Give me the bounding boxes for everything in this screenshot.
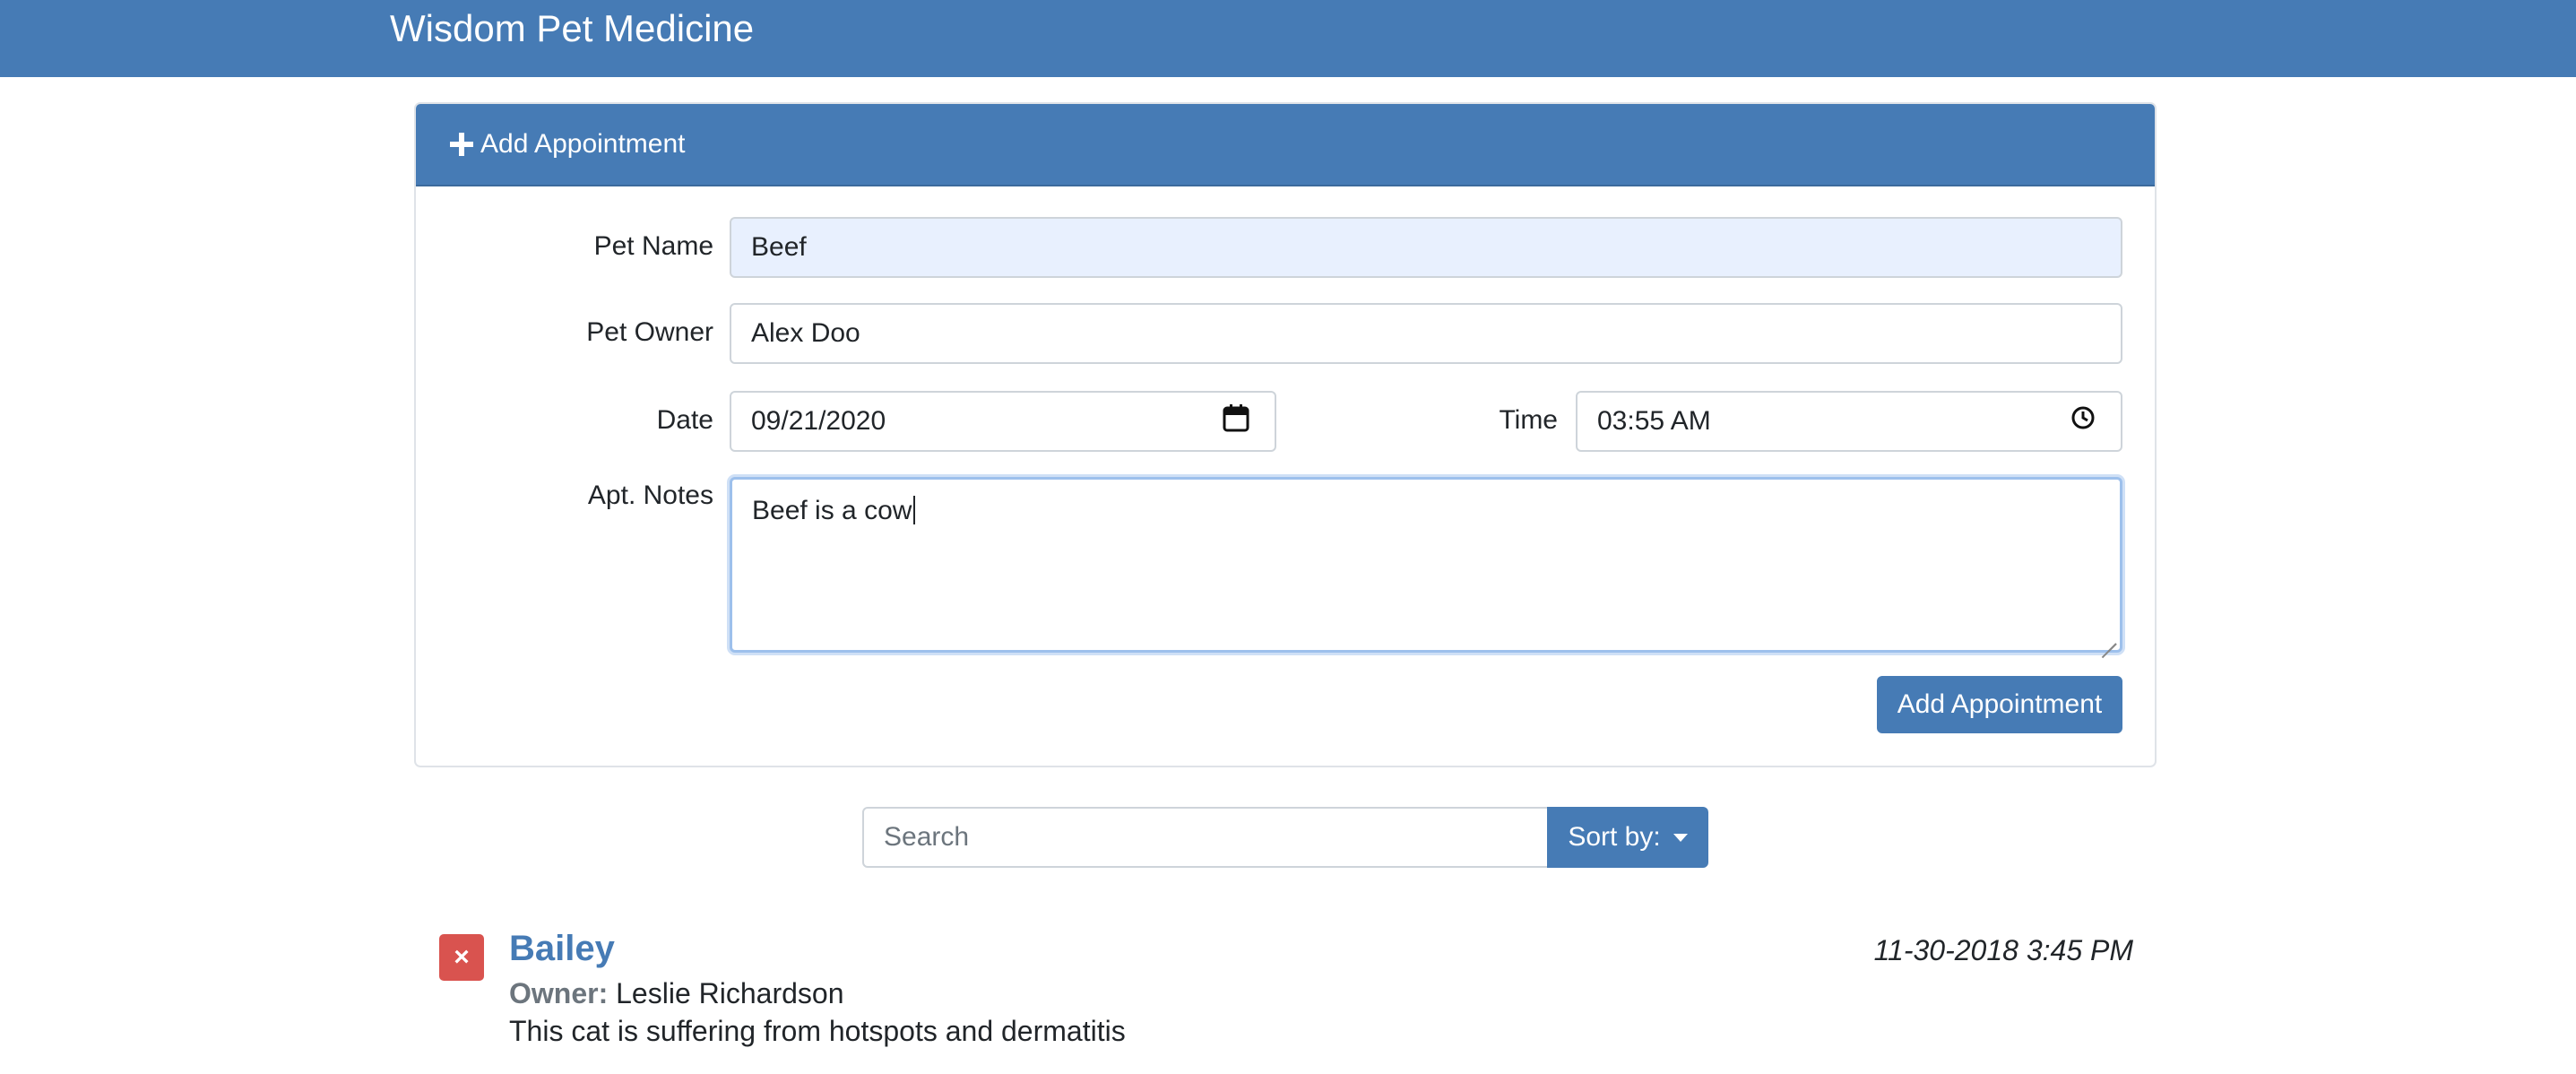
add-appointment-button[interactable]: Add Appointment [1877,676,2122,733]
appointment-pet-name[interactable]: Bailey [509,929,615,969]
notes-value: Beef is a cow [752,496,912,525]
appointment-owner: Owner: Leslie Richardson [509,977,843,1010]
appointment-notes[interactable]: This cat is suffering from hotspots and … [509,1015,1126,1048]
pet-owner-value: Alex Doo [751,318,860,348]
search-input[interactable]: Search [862,807,1549,868]
pet-owner-input[interactable]: Alex Doo [730,303,2122,364]
owner-label: Owner: [509,977,609,1009]
resize-handle-icon[interactable] [2100,630,2116,646]
top-navbar: Wisdom Pet Medicine [0,0,2576,77]
date-label: Date [656,405,713,435]
calendar-icon[interactable] [1223,403,1249,439]
time-label: Time [1499,405,1558,435]
date-value: 09/21/2020 [751,406,886,436]
pet-name-input[interactable]: Beef [730,217,2122,278]
pet-name-value: Beef [751,232,807,262]
pet-owner-label: Pet Owner [586,317,713,347]
appointment-datetime[interactable]: 11-30-2018 3:45 PM [1874,934,2133,967]
delete-appointment-button[interactable]: × [439,934,484,981]
sort-dropdown-button[interactable]: Sort by: [1547,807,1708,868]
date-input[interactable]: 09/21/2020 [730,391,1276,452]
notes-label: Apt. Notes [587,481,713,510]
search-placeholder: Search [884,822,970,852]
add-appointment-header-label: Add Appointment [480,129,686,159]
plus-icon [450,133,473,156]
add-appointment-header[interactable]: Add Appointment [416,104,2155,186]
owner-name[interactable]: Leslie Richardson [616,977,843,1009]
close-icon: × [454,942,470,972]
sort-label: Sort by: [1568,822,1661,852]
time-input[interactable]: 03:55 AM [1576,391,2122,452]
clock-icon[interactable] [2070,405,2096,437]
app-title[interactable]: Wisdom Pet Medicine [390,5,754,52]
notes-textarea[interactable]: Beef is a cow [730,477,2122,653]
text-caret [913,496,916,524]
caret-down-icon [1673,833,1688,842]
pet-name-label: Pet Name [593,231,713,261]
time-value: 03:55 AM [1597,406,1711,436]
